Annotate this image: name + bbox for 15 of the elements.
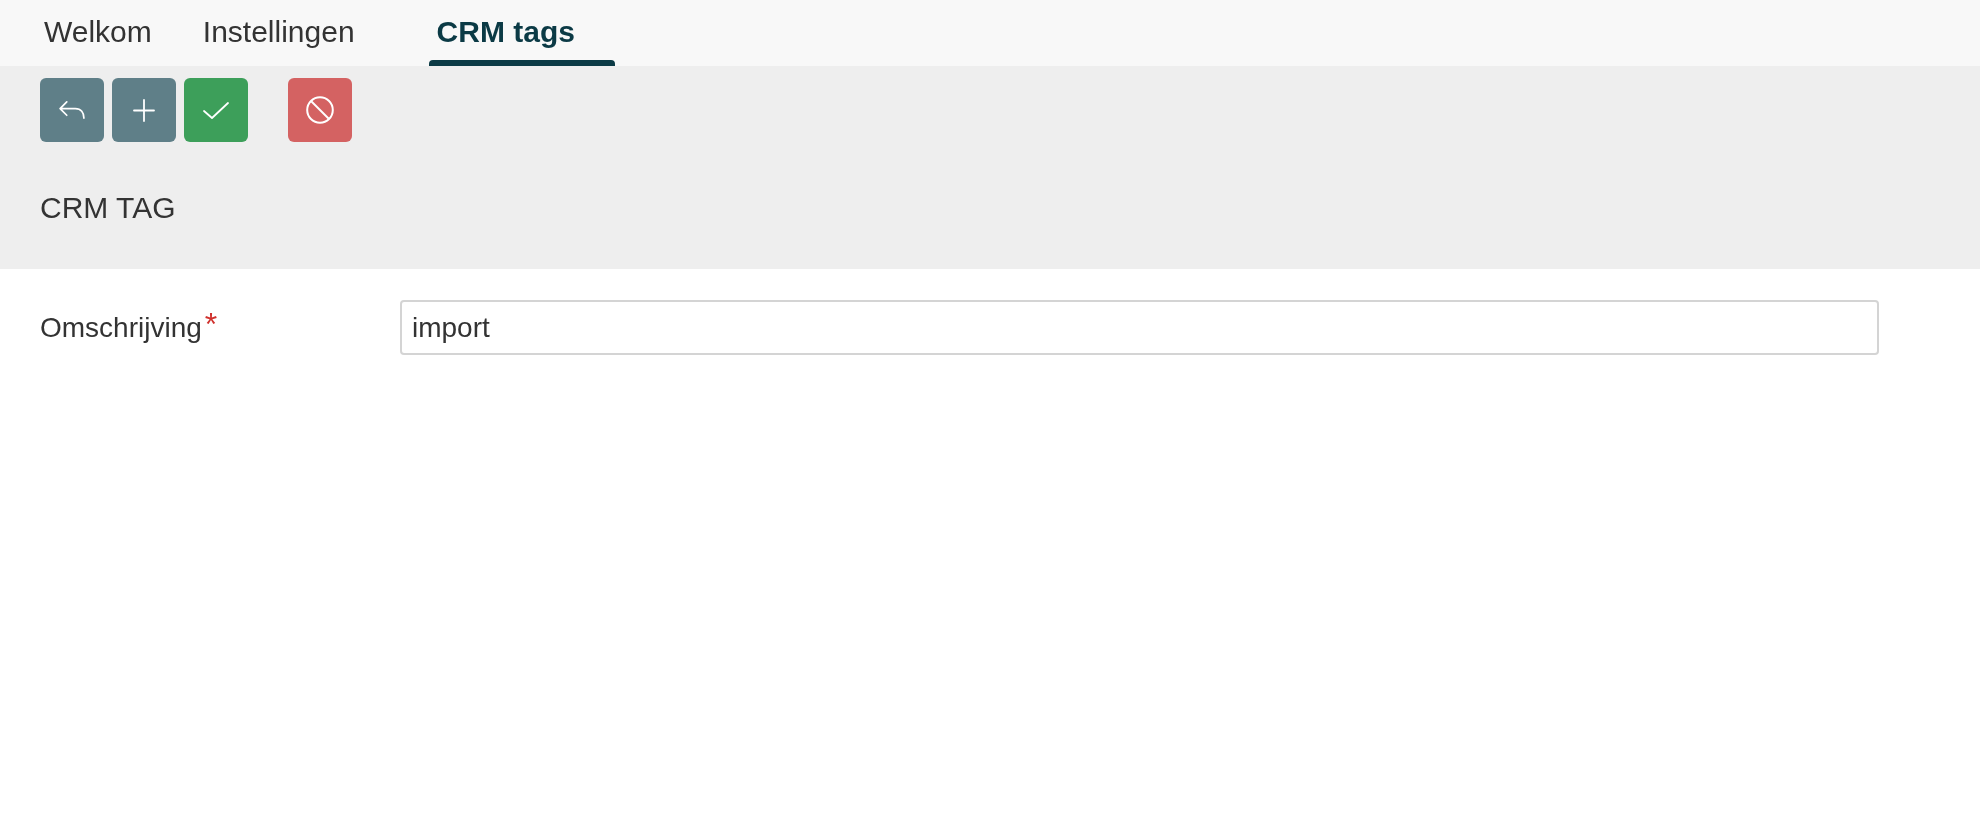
plus-icon [133,98,155,122]
tab[interactable]: CRM tags [428,0,615,66]
text-input[interactable]: import [400,300,1879,355]
tab[interactable]: Instellingen [194,0,363,66]
tab[interactable]: Welkom [36,0,160,66]
field-label: Omschrijving [40,311,202,344]
back-button[interactable] [40,78,104,142]
back-arrow-icon [58,100,86,120]
check-icon [203,101,229,119]
page-title: CRM TAG [40,190,176,226]
ban-icon [306,96,334,124]
required-mark: * [204,307,218,340]
cancel-button[interactable] [288,78,352,142]
save-button[interactable] [184,78,248,142]
add-button[interactable] [112,78,176,142]
